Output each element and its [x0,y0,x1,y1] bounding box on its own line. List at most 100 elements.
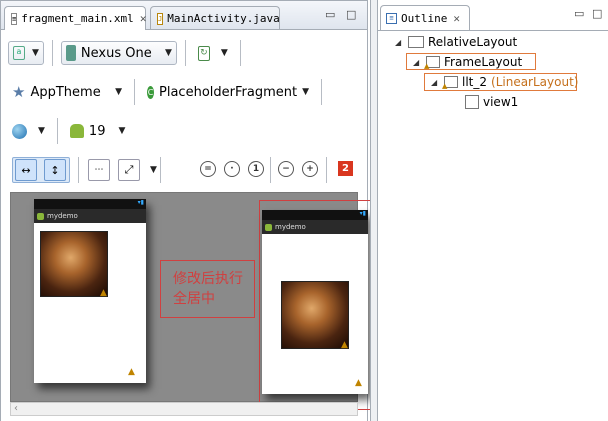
fill-height-button[interactable]: ↕ [44,159,66,181]
image-view [40,231,108,297]
horizontal-scrollbar[interactable]: ‹ [10,402,358,416]
warning-icon: ▲ [341,340,348,350]
phone-icon [65,45,76,61]
chevron-down-icon: ▼ [118,126,126,136]
framelayout-icon: ▲ [424,56,440,70]
close-icon[interactable]: ✕ [140,12,147,25]
minimize-icon[interactable]: ▭ [574,7,584,20]
chevron-down-icon: ▼ [302,87,309,97]
linearlayout-icon: ▲ [442,76,458,90]
device-toolbar: a ▼ Nexus One ▼ ↻ ▼ [8,39,245,67]
tab-label: fragment_main.xml [21,12,134,25]
chevron-down-icon: ▼ [220,48,228,58]
locale-selector[interactable]: ▼ [8,119,49,143]
warning-icon: ▲ [424,62,430,70]
chevron-down-icon: ▼ [115,87,122,97]
theme-selector[interactable]: ★ AppTheme ▼ [8,80,126,104]
separator [56,118,58,144]
node-type: (LinearLayout) [491,75,579,89]
node-label: view1 [483,95,519,109]
maximize-icon[interactable]: □ [346,8,356,21]
status-bar: ▾▮ [262,210,368,220]
separator [160,157,161,183]
status-bar: ▾▮ [34,199,146,209]
scroll-left-icon[interactable]: ‹ [11,403,18,414]
api-level-selector[interactable]: 19 ▼ [66,119,129,143]
minimize-icon[interactable]: ▭ [325,8,335,21]
rotate-icon: ↻ [197,45,210,61]
orientation-button[interactable]: ↻ ▼ [194,41,232,65]
zoom-fit-icon[interactable]: = [200,161,216,177]
star-icon: ★ [12,83,26,101]
resize-button[interactable]: ⤢ [118,159,140,181]
close-icon[interactable]: ✕ [453,12,460,25]
separator [270,157,271,183]
separator [326,157,327,183]
separator [184,40,186,66]
warning-icon: ▲ [100,288,107,298]
warning-icon: ▲ [355,378,362,388]
app-title: mydemo [275,223,306,231]
expand-icon[interactable]: ◢ [395,38,404,47]
theme-toolbar: ★ AppTheme ▼ C PlaceholderFragment ▼ [8,78,326,106]
tab-outline[interactable]: ≡ Outline ✕ [380,5,470,30]
expand-icon[interactable]: ◢ [413,58,422,67]
separator [321,79,322,105]
tree-node-framelayout[interactable]: ◢ ▲ FrameLayout [413,53,522,71]
wifi-icon: ▾▮ [137,199,144,206]
layout-file-selector[interactable]: a ▼ [8,41,44,65]
device-selector[interactable]: Nexus One ▼ [60,41,177,65]
zoom-in-icon[interactable]: + [302,161,318,177]
api-level-label: 19 [88,123,106,139]
chevron-down-icon: ▼ [32,48,39,58]
locale-toolbar: ▼ 19 ▼ [8,117,129,145]
xml-file-icon: ≡ [11,12,18,25]
warning-icon: ▲ [128,367,135,377]
activity-label: PlaceholderFragment [159,84,298,100]
view-icon [465,95,479,109]
chevron-down-icon: ▼ [38,126,45,136]
expand-icon[interactable]: ◢ [431,78,440,87]
tab-main-activity[interactable]: J MainActivity.java [150,6,280,30]
action-bar: mydemo [262,220,368,234]
outline-divider [378,30,608,31]
node-label: RelativeLayout [428,35,518,49]
app-title: mydemo [47,212,78,220]
separator [134,79,135,105]
action-bar: mydemo [34,209,146,223]
tree-node-llt2[interactable]: ◢ ▲ llt_2 (LinearLayout) [431,73,578,91]
zoom-actual-icon[interactable]: 1 [248,161,264,177]
fill-width-button[interactable]: ↔ [15,159,37,181]
separator [78,157,79,183]
zoom-out-icon[interactable]: − [278,161,294,177]
tab-fragment-main[interactable]: ≡ fragment_main.xml ✕ [4,6,146,30]
separator [51,40,53,66]
outline-icon: ≡ [386,12,397,24]
warning-icon: ▲ [442,82,448,90]
activity-selector[interactable]: C PlaceholderFragment ▼ [143,80,313,104]
relativelayout-icon [408,36,424,48]
show-margins-button[interactable]: ⋯ [88,159,110,181]
app-icon [37,212,44,220]
device-label: Nexus One [80,45,152,61]
view-toolbar: ↔ ↕ ⋯ ⤢ ▼ = · 1 − + 2 [8,155,360,185]
theme-label: AppTheme [30,84,101,100]
app-icon [265,223,272,231]
panel-sash[interactable] [370,0,378,421]
chevron-down-icon: ▼ [165,48,172,58]
annotation-box: 修改后执行 全居中 [160,260,255,318]
tree-node-relativelayout[interactable]: ◢ RelativeLayout [395,33,517,51]
preview-after: ▾▮ mydemo ▲ ▲ [262,210,368,394]
preview-before: ▾▮ mydemo ▲ ▲ [34,199,146,383]
chevron-down-icon[interactable]: ▼ [150,165,157,175]
node-label: llt_2 [462,75,488,89]
wifi-icon: ▾▮ [359,210,366,217]
maximize-icon[interactable]: □ [592,7,602,20]
error-badge[interactable]: 2 [338,161,353,176]
android-icon [69,124,84,138]
editor-tab-bar: ≡ fragment_main.xml ✕ J MainActivity.jav… [0,0,368,30]
zoom-real-icon[interactable]: · [224,161,240,177]
tab-label: MainActivity.java [167,12,280,25]
node-label: FrameLayout [444,55,523,69]
tree-node-view1[interactable]: view1 [465,93,518,111]
